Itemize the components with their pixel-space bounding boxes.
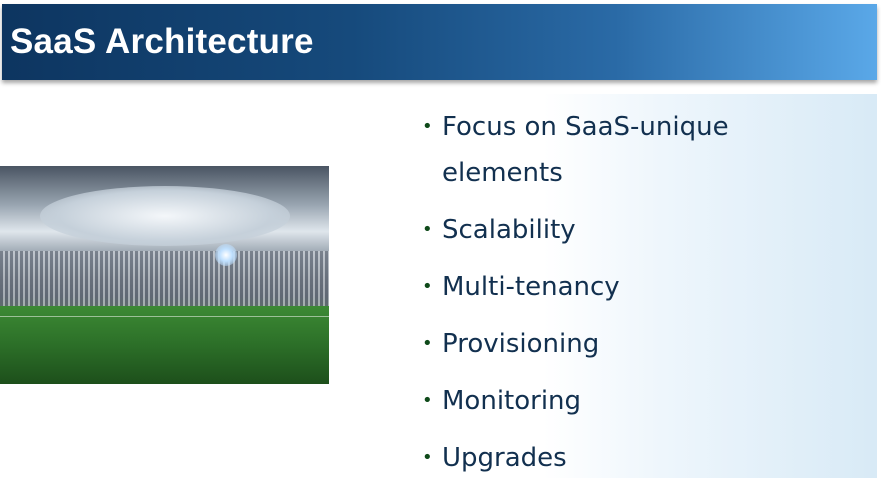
bullet-icon: • bbox=[422, 333, 433, 354]
stadium-stands bbox=[0, 251, 329, 306]
slide-title: SaaS Architecture bbox=[10, 22, 314, 61]
bullet-list: • Focus on SaaS-unique elements • Scalabil… bbox=[420, 104, 762, 492]
bullet-item: • Focus on SaaS-unique elements bbox=[420, 104, 762, 196]
bullet-item: • Provisioning bbox=[420, 321, 762, 367]
floodlight-flare bbox=[215, 244, 237, 266]
bullet-text: Upgrades bbox=[442, 443, 567, 473]
title-banner: SaaS Architecture bbox=[2, 4, 877, 80]
stadium-roof bbox=[40, 186, 290, 246]
bullet-item: • Scalability bbox=[420, 207, 762, 253]
bullet-icon: • bbox=[422, 447, 433, 468]
bullet-text: Focus on SaaS-unique elements bbox=[442, 112, 729, 188]
bullet-item: • Upgrades bbox=[420, 435, 762, 481]
stadium-pitch bbox=[0, 306, 329, 384]
bullet-text: Scalability bbox=[442, 215, 576, 245]
bullet-icon: • bbox=[422, 219, 433, 240]
stadium-image bbox=[0, 166, 329, 384]
bullet-item: • Multi-tenancy bbox=[420, 264, 762, 310]
bullet-icon: • bbox=[422, 116, 433, 137]
bullet-icon: • bbox=[422, 276, 433, 297]
bullet-text: Multi-tenancy bbox=[442, 272, 620, 302]
bullet-text: Monitoring bbox=[442, 386, 582, 416]
bullet-icon: • bbox=[422, 390, 433, 411]
bullet-text: Provisioning bbox=[442, 329, 600, 359]
pitch-line bbox=[0, 316, 329, 317]
bullet-item: • Monitoring bbox=[420, 378, 762, 424]
